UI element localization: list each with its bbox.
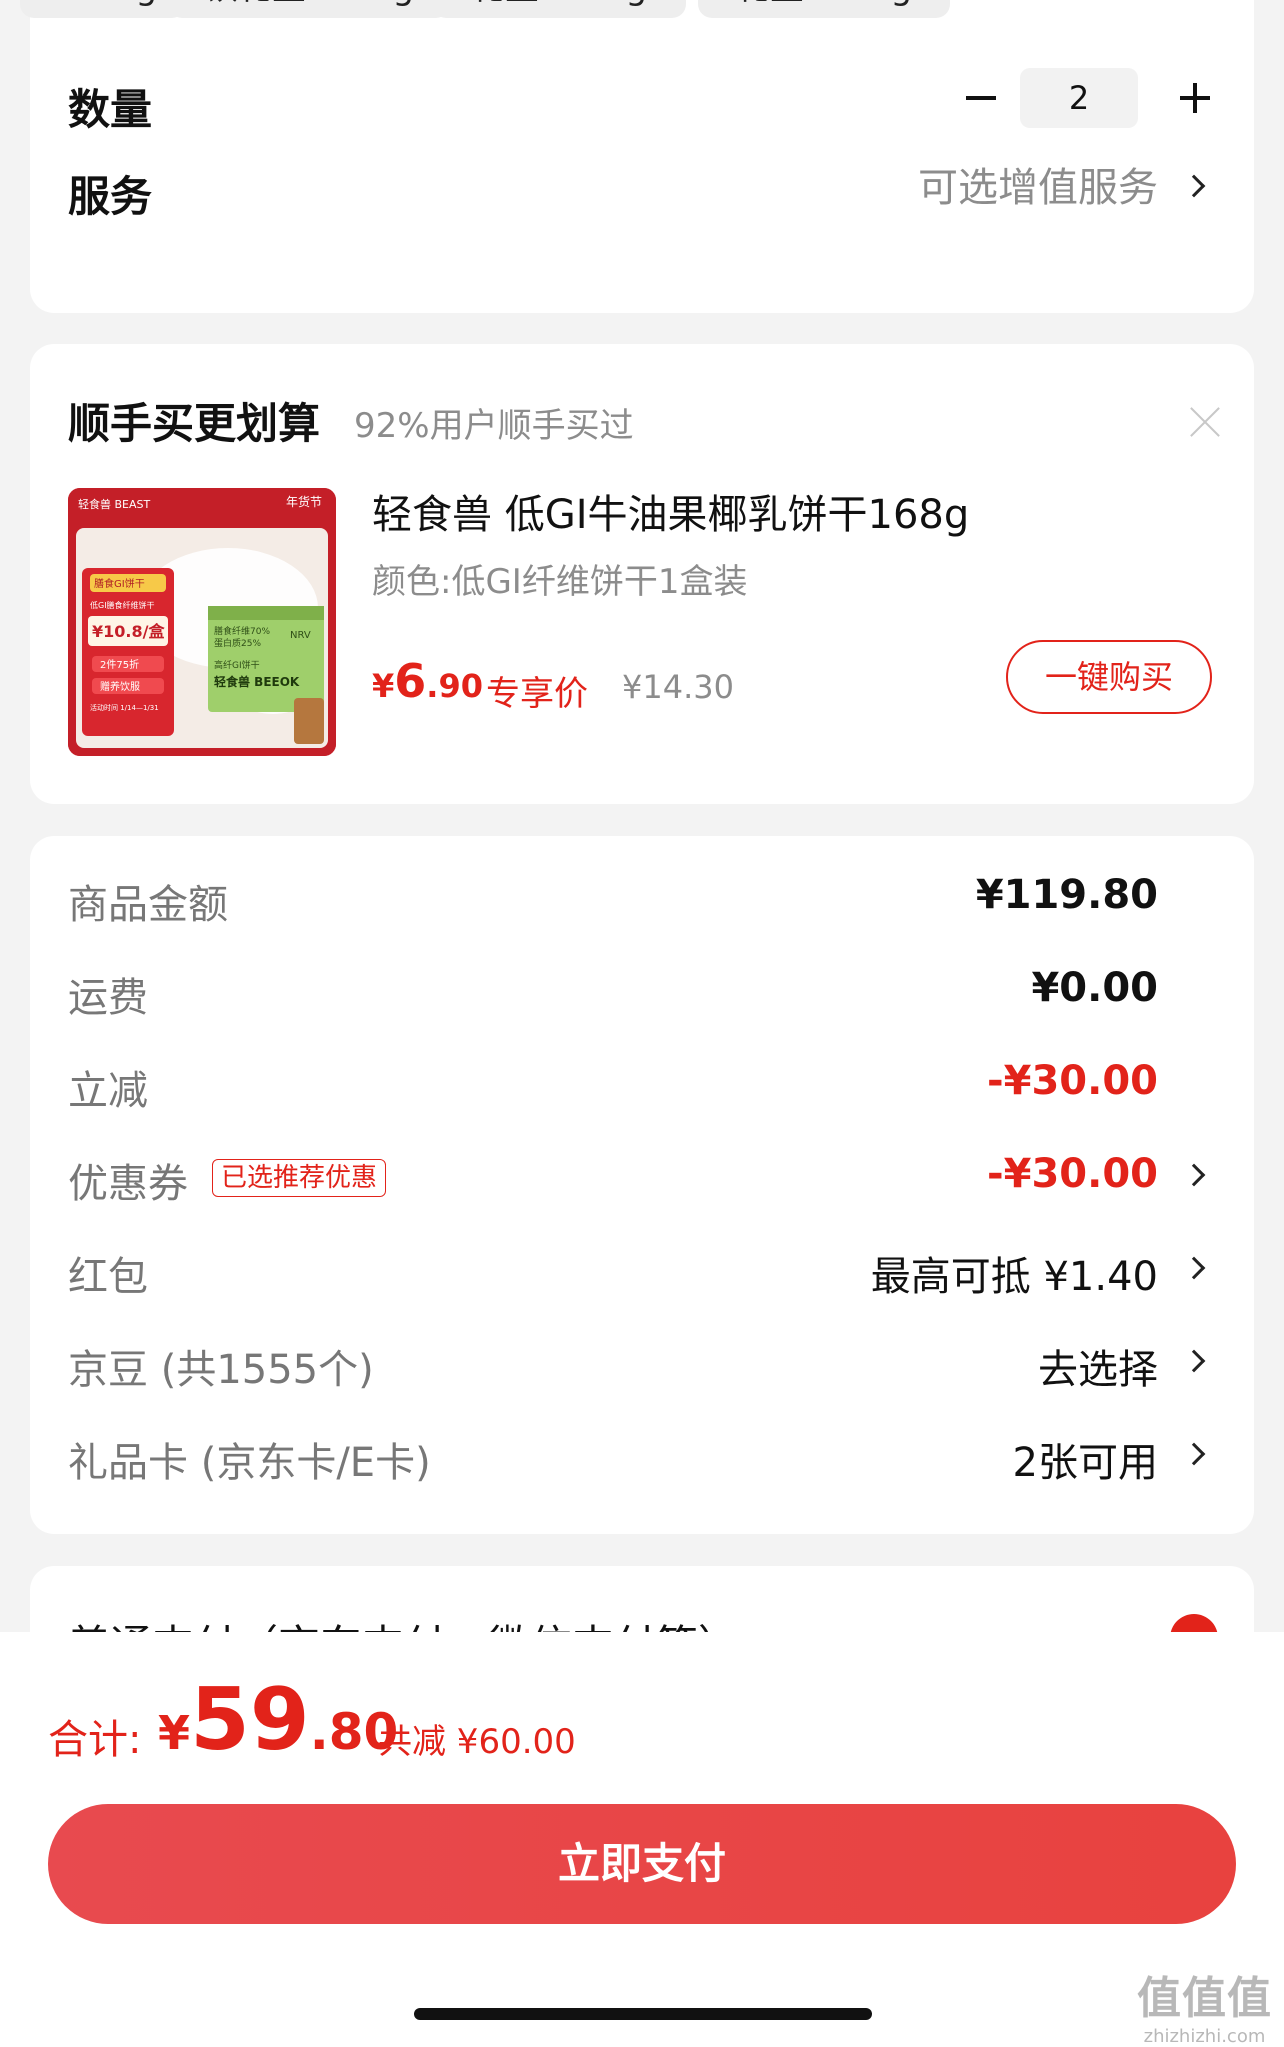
shipping-label: 运费	[68, 975, 148, 1021]
total-price: ¥59.80	[158, 1670, 398, 1770]
image-pack-nrv: NRV	[290, 630, 311, 641]
price-decimal: .90	[426, 667, 483, 705]
summary-row-gift-card[interactable]: 礼品卡 (京东卡/E卡) 2张可用	[30, 1418, 1254, 1488]
gift-card-value: 2张可用	[1012, 1440, 1158, 1486]
total-label: 合计:	[48, 1717, 142, 1763]
image-period-text: 活动时间 1/14—1/31	[90, 703, 159, 712]
red-packet-value: 最高可抵 ¥1.40	[870, 1254, 1158, 1300]
summary-row-jd-beans[interactable]: 京豆 (共1555个) 去选择	[30, 1325, 1254, 1395]
image-gift-text: 赠养饮服	[100, 680, 140, 693]
pay-now-button[interactable]: 立即支付	[48, 1804, 1236, 1924]
checkout-bar: 合计: ¥59.80 共减 ¥60.00 立即支付 值值值 zhizhizhi.…	[0, 1632, 1284, 2047]
coupon-recommend-tag: 已选推荐优惠	[212, 1159, 387, 1197]
goods-amount-label: 商品金额	[68, 882, 228, 928]
jd-beans-value: 去选择	[1038, 1347, 1158, 1393]
product-thumbnail[interactable]: 轻食兽 BEAST 年货节 膳食GI饼干 低GI膳食纤维饼干 ¥10.8/盒 2…	[68, 488, 336, 756]
summary-row-instant-discount: 立减 -¥30.00	[30, 1046, 1254, 1116]
image-promo-line: 低GI膳食纤维饼干	[90, 600, 155, 610]
shipping-value: ¥0.00	[1031, 965, 1158, 1011]
product-options-card: 1760g 铁礼盒1050g 礼盒1120g 礼盒1050g 数量 2 服务 可…	[20, 0, 1254, 313]
summary-row-shipping: 运费 ¥0.00	[30, 953, 1254, 1023]
instant-discount-label: 立减	[68, 1068, 148, 1114]
red-packet-label: 红包	[68, 1254, 148, 1300]
chevron-right-icon[interactable]	[1182, 1163, 1206, 1187]
instant-discount-value: -¥30.00	[987, 1058, 1158, 1104]
watermark: 值值值 zhizhizhi.com	[1137, 1962, 1272, 2047]
watermark-url: zhizhizhi.com	[1143, 2026, 1266, 2047]
variant-chip-iron-box[interactable]: 铁礼盒1050g	[168, 0, 450, 18]
summary-row-red-packet[interactable]: 红包 最高可抵 ¥1.40	[30, 1232, 1254, 1302]
total-symbol: ¥	[158, 1706, 191, 1760]
image-pack-brand: 轻食兽 BEEOK	[214, 674, 300, 689]
chevron-right-icon[interactable]	[1182, 1349, 1206, 1373]
product-image: 轻食兽 BEAST 年货节 膳食GI饼干 低GI膳食纤维饼干 ¥10.8/盒 2…	[68, 488, 336, 756]
plus-icon-vertical	[1193, 83, 1197, 113]
addon-title: 顺手买更划算	[68, 399, 321, 448]
price-integer: 6	[394, 654, 427, 708]
gift-card-label: 礼品卡 (京东卡/E卡)	[68, 1440, 431, 1486]
image-discount-text: 2件75折	[100, 658, 139, 671]
price-symbol: ¥	[372, 667, 395, 705]
addon-product-spec: 颜色:低GI纤维饼干1盒装	[372, 562, 748, 602]
chevron-right-icon[interactable]	[1182, 174, 1206, 198]
chevron-right-icon[interactable]	[1182, 1256, 1206, 1280]
summary-row-coupon[interactable]: 优惠券 已选推荐优惠 -¥30.00	[30, 1139, 1254, 1209]
variant-chip-giftbox-1120[interactable]: 礼盒1120g	[432, 0, 686, 18]
service-selector[interactable]: 可选增值服务	[918, 155, 1158, 213]
goods-amount-value: ¥119.80	[975, 872, 1158, 918]
close-icon[interactable]	[1188, 404, 1224, 440]
variant-chip-giftbox-1050[interactable]: 礼盒1050g	[698, 0, 950, 18]
addon-subtitle: 92%用户顺手买过	[354, 406, 634, 446]
image-badge-text: 膳食GI饼干	[94, 577, 145, 590]
image-pack-name: 高纤GI饼干	[214, 659, 260, 671]
chevron-right-icon[interactable]	[1182, 1442, 1206, 1466]
original-price: ¥14.30	[622, 668, 734, 706]
coupon-label: 优惠券	[68, 1161, 188, 1207]
jd-beans-label: 京豆 (共1555个)	[68, 1347, 374, 1393]
addon-product-name[interactable]: 轻食兽 低GI牛油果椰乳饼干168g	[372, 482, 969, 540]
coupon-value: -¥30.00	[987, 1151, 1158, 1197]
service-label: 服务	[68, 172, 153, 221]
total-integer: 59	[190, 1670, 310, 1770]
quantity-decrease-button[interactable]	[966, 96, 996, 100]
quantity-input[interactable]: 2	[1020, 68, 1138, 128]
image-brand-text: 轻食兽 BEAST	[78, 497, 151, 511]
addon-recommendation-card: 顺手买更划算 92%用户顺手买过 轻食兽 BEAST 年货节 膳食GI饼干 低G…	[30, 344, 1254, 804]
image-festival-text: 年货节	[286, 494, 322, 509]
image-promo-price: ¥10.8/盒	[92, 622, 165, 641]
summary-row-goods: 商品金额 ¥119.80	[30, 860, 1254, 930]
addon-price: ¥6.90	[372, 654, 483, 708]
one-click-buy-button[interactable]: 一键购买	[1006, 640, 1212, 714]
quantity-label: 数量	[68, 85, 153, 134]
order-summary-card: 商品金额 ¥119.80 运费 ¥0.00 立减 -¥30.00 优惠券 已选推…	[30, 836, 1254, 1534]
watermark-logo: 值值值	[1137, 1973, 1272, 2024]
variant-chip-1760g[interactable]: 1760g	[20, 0, 186, 18]
total-saved: 共减 ¥60.00	[378, 1722, 576, 1762]
image-pack-line2: 蛋白质25%	[214, 637, 261, 649]
exclusive-price-label: 专享价	[486, 674, 588, 714]
image-pack-line1: 膳食纤维70%	[214, 625, 270, 637]
home-indicator[interactable]	[414, 2008, 872, 2020]
